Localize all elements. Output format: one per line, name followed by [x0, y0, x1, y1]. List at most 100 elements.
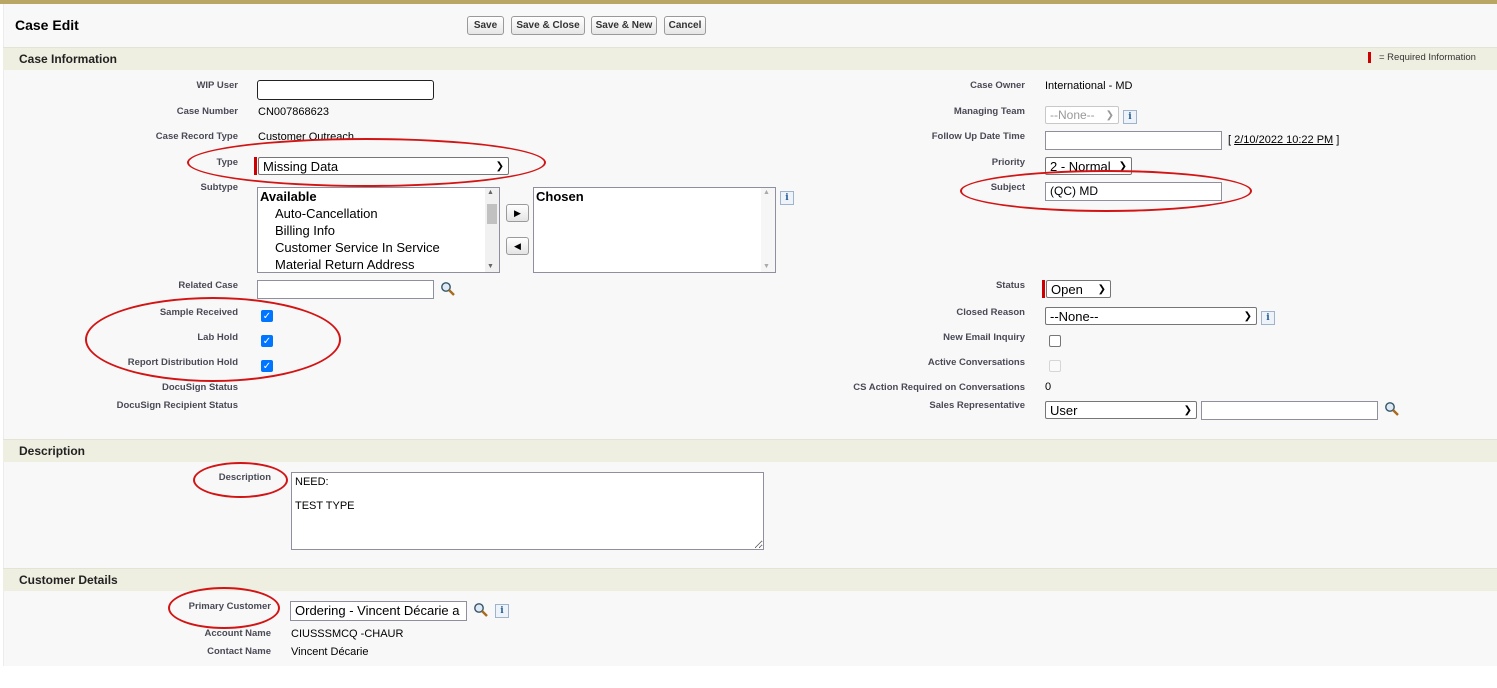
case-number-label: Case Number [176, 106, 238, 117]
scroll-up-icon[interactable]: ▲ [763, 189, 770, 196]
docusign-recipient-status-label: DocuSign Recipient Status [116, 400, 238, 411]
primary-customer-info-icon[interactable]: i [495, 604, 509, 618]
sales-rep-type-select[interactable]: User ❯ [1045, 401, 1197, 419]
cs-action-required-value: 0 [1045, 381, 1052, 393]
subtype-info-icon[interactable]: i [780, 191, 794, 205]
closed-reason-info-icon[interactable]: i [1261, 311, 1275, 325]
wip-user-label: WIP User [196, 80, 238, 91]
sample-received-label: Sample Received [159, 307, 238, 318]
contact-name-label: Contact Name [207, 646, 271, 657]
sales-representative-label: Sales Representative [929, 400, 1025, 411]
list-item[interactable]: Customer Service In Service [258, 239, 499, 256]
report-distribution-hold-checkbox[interactable]: ✓ [261, 360, 273, 372]
lookup-icon[interactable] [440, 281, 456, 297]
priority-label: Priority [991, 157, 1025, 168]
sales-rep-type-value: User [1050, 402, 1078, 418]
move-left-button[interactable]: ◀ [506, 237, 529, 255]
required-marker-icon [1368, 52, 1371, 63]
customer-details-section: Customer Details [3, 568, 1497, 591]
account-name-label: Account Name [204, 628, 271, 639]
scroll-up-icon[interactable]: ▲ [487, 189, 494, 196]
arrow-left-icon: ◀ [514, 240, 521, 251]
follow-up-date-input[interactable] [1045, 131, 1222, 150]
managing-team-value: --None-- [1050, 108, 1095, 122]
scrollbar[interactable]: ▲ ▼ [485, 188, 499, 272]
priority-select[interactable]: 2 - Normal ❯ [1045, 157, 1132, 175]
scroll-down-icon[interactable]: ▼ [487, 263, 494, 270]
list-item[interactable]: Auto-Cancellation [258, 205, 499, 222]
scroll-thumb[interactable] [487, 204, 497, 224]
case-record-type-label: Case Record Type [155, 131, 238, 142]
lookup-icon[interactable] [1384, 401, 1400, 417]
managing-team-select[interactable]: --None-- ❯ [1045, 106, 1119, 124]
chevron-down-icon: ❯ [1243, 310, 1252, 322]
scrollbar[interactable]: ▲ ▼ [761, 188, 775, 272]
sample-received-checkbox[interactable]: ✓ [261, 310, 273, 322]
status-required-marker [1042, 280, 1045, 298]
case-record-type-value: Customer Outreach [258, 131, 354, 143]
section-title-case-information: Case Information [19, 52, 118, 66]
description-textarea[interactable] [291, 472, 764, 550]
related-case-input[interactable] [257, 280, 434, 299]
lab-hold-label: Lab Hold [197, 332, 238, 343]
chevron-down-icon: ❯ [1183, 404, 1192, 416]
chevron-down-icon: ❯ [1118, 160, 1127, 172]
today-date-link[interactable]: 2/10/2022 10:22 PM [1234, 134, 1333, 146]
sales-rep-input[interactable] [1201, 401, 1378, 420]
status-select[interactable]: Open ❯ [1046, 280, 1111, 298]
status-label: Status [995, 280, 1025, 291]
save-close-button[interactable]: Save & Close [511, 16, 585, 35]
bracket-close: ] [1336, 134, 1340, 146]
new-email-inquiry-label: New Email Inquiry [943, 332, 1025, 343]
report-distribution-hold-label: Report Distribution Hold [127, 357, 238, 368]
type-label: Type [216, 157, 238, 168]
page-title: Case Edit [15, 17, 79, 33]
checkmark-icon: ✓ [262, 360, 272, 372]
checkmark-icon: ✓ [262, 310, 272, 322]
type-select[interactable]: Missing Data ❯ [258, 157, 509, 175]
section-title-customer-details: Customer Details [19, 573, 118, 587]
cs-action-required-label: CS Action Required on Conversations [853, 382, 1025, 393]
contact-name-value: Vincent Décarie [291, 646, 369, 658]
primary-customer-label: Primary Customer [188, 601, 271, 612]
save-new-button[interactable]: Save & New [591, 16, 657, 35]
primary-customer-input[interactable]: Ordering - Vincent Décarie a [290, 601, 467, 621]
wip-user-input[interactable] [257, 80, 434, 100]
follow-up-date-time-label: Follow Up Date Time [931, 131, 1025, 142]
closed-reason-label: Closed Reason [956, 307, 1025, 318]
list-item[interactable]: Material Return Address [258, 256, 499, 272]
priority-value: 2 - Normal [1050, 158, 1111, 174]
case-owner-label: Case Owner [970, 80, 1025, 91]
cancel-button[interactable]: Cancel [664, 16, 706, 35]
checkmark-icon: ✓ [262, 335, 272, 347]
lookup-icon[interactable] [473, 602, 489, 618]
account-name-value: CIUSSSMCQ -CHAUR [291, 628, 404, 640]
list-item[interactable]: Billing Info [258, 222, 499, 239]
related-case-label: Related Case [178, 280, 238, 291]
subject-label: Subject [990, 182, 1025, 193]
chevron-down-icon: ❯ [1097, 283, 1106, 295]
managing-team-info-icon[interactable]: i [1123, 110, 1137, 124]
new-email-inquiry-checkbox[interactable] [1049, 335, 1061, 347]
active-conversations-checkbox [1049, 360, 1061, 372]
scroll-down-icon[interactable]: ▼ [763, 263, 770, 270]
arrow-right-icon: ▶ [514, 207, 521, 218]
section-title-description: Description [19, 444, 86, 458]
type-select-value: Missing Data [263, 158, 339, 174]
closed-reason-value: --None-- [1050, 308, 1099, 324]
move-right-button[interactable]: ▶ [506, 204, 529, 222]
subtype-chosen-list[interactable]: Chosen ▲ ▼ [533, 187, 776, 273]
subtype-available-list[interactable]: Available Auto-Cancellation Billing Info… [257, 187, 500, 273]
chevron-down-icon: ❯ [1105, 109, 1114, 121]
closed-reason-select[interactable]: --None-- ❯ [1045, 307, 1257, 325]
lab-hold-checkbox[interactable]: ✓ [261, 335, 273, 347]
subject-input[interactable]: (QC) MD [1045, 182, 1222, 201]
chosen-header: Chosen [536, 189, 584, 204]
case-number-value: CN007868623 [258, 106, 329, 118]
active-conversations-label: Active Conversations [927, 357, 1025, 368]
save-button[interactable]: Save [467, 16, 504, 35]
type-required-marker [254, 157, 257, 175]
required-info-note: = Required Information [1379, 52, 1476, 63]
case-information-section: Case Information [3, 47, 1497, 70]
docusign-status-label: DocuSign Status [161, 382, 238, 393]
